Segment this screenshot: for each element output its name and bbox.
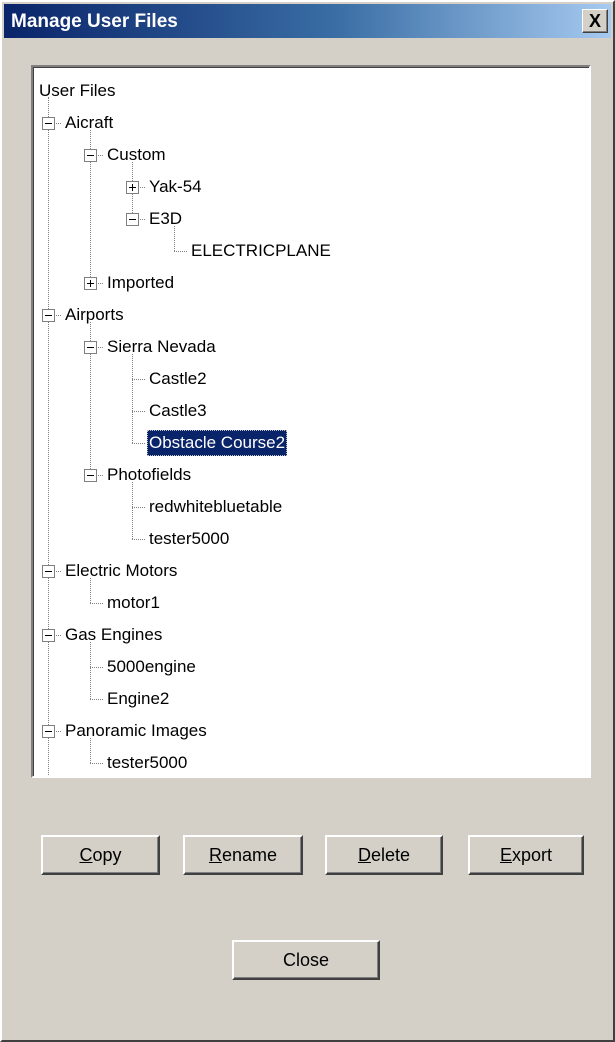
tree-node[interactable]: Aicraft bbox=[63, 110, 115, 136]
tree-node-label: Aicraft bbox=[65, 113, 114, 132]
tree-connector-horizontal bbox=[90, 667, 103, 668]
tree-node-label: Castle2 bbox=[149, 369, 207, 388]
tree-connector-horizontal bbox=[90, 763, 103, 764]
tree-root[interactable]: User Files bbox=[37, 78, 118, 104]
tree-node-label: Custom bbox=[107, 145, 166, 164]
tree-connector-vertical bbox=[90, 642, 91, 699]
manage-user-files-dialog: Manage User Files X User Files Aicraft Cus… bbox=[0, 0, 615, 1042]
collapse-minus-icon[interactable] bbox=[84, 341, 97, 354]
tree-connector-horizontal bbox=[174, 251, 187, 252]
tree-connector-vertical bbox=[48, 97, 49, 776]
tree-connector-horizontal bbox=[132, 411, 145, 412]
tree-connector-horizontal bbox=[132, 443, 145, 444]
tree-node-label: ELECTRICPLANE bbox=[191, 241, 331, 260]
tree-node[interactable]: Obstacle Course2 bbox=[147, 430, 288, 456]
tree-node[interactable]: Gas Engines bbox=[63, 622, 164, 648]
tree-connector-horizontal bbox=[132, 539, 145, 540]
title-bar[interactable]: Manage User Files X bbox=[4, 4, 611, 38]
tree-node[interactable]: Castle3 bbox=[147, 398, 209, 424]
user-files-tree[interactable]: User Files Aicraft Custom Yak-54 E3D ELECTRIC… bbox=[31, 65, 591, 778]
tree-node[interactable]: E3D bbox=[147, 206, 184, 232]
tree-node-label: Photofields bbox=[107, 465, 192, 484]
tree-node-label: Panoramic Images bbox=[65, 721, 207, 740]
tree-node-label: E3D bbox=[149, 209, 183, 228]
tree-node-label: Airports bbox=[65, 305, 124, 324]
export-accelerator: E bbox=[499, 845, 512, 865]
tree-node-label: motor1 bbox=[107, 593, 160, 612]
tree-node-label: Gas Engines bbox=[65, 625, 163, 644]
tree-node-label: redwhitebluetable bbox=[149, 497, 283, 516]
tree-connector-vertical bbox=[132, 482, 133, 539]
tree-node-label: Imported bbox=[107, 273, 175, 292]
tree-node[interactable]: Sierra Nevada bbox=[105, 334, 218, 360]
tree-node[interactable]: Imported bbox=[105, 270, 176, 296]
tree-connector-horizontal bbox=[90, 699, 103, 700]
tree-node-label: Engine2 bbox=[107, 689, 170, 708]
tree-node-label: Obstacle Course2 bbox=[147, 430, 288, 456]
tree-node[interactable]: Electric Motors bbox=[63, 558, 179, 584]
tree-node[interactable]: 5000engine bbox=[105, 654, 198, 680]
collapse-minus-icon[interactable] bbox=[42, 565, 55, 578]
tree-node[interactable]: motor1 bbox=[105, 590, 162, 616]
rename-button[interactable]: Rename bbox=[183, 835, 303, 875]
close-icon[interactable]: X bbox=[582, 9, 608, 33]
tree-connector-horizontal bbox=[132, 379, 145, 380]
tree-connector-vertical bbox=[132, 354, 133, 443]
rename-accelerator: R bbox=[208, 845, 222, 865]
collapse-minus-icon[interactable] bbox=[126, 213, 139, 226]
rename-button-label: ename bbox=[221, 845, 278, 865]
collapse-minus-icon[interactable] bbox=[84, 469, 97, 482]
copy-button-label: opy bbox=[92, 845, 122, 865]
tree-node[interactable]: Airports bbox=[63, 302, 126, 328]
tree-node[interactable]: Castle2 bbox=[147, 366, 209, 392]
export-button-label: xport bbox=[511, 845, 553, 865]
tree-node[interactable]: Panoramic Images bbox=[63, 718, 209, 744]
tree-node-label: 5000engine bbox=[107, 657, 196, 676]
delete-accelerator: D bbox=[357, 845, 371, 865]
tree-node[interactable]: tester5000 bbox=[105, 750, 189, 776]
collapse-minus-icon[interactable] bbox=[84, 149, 97, 162]
tree-connector-horizontal bbox=[132, 507, 145, 508]
expand-plus-icon[interactable] bbox=[126, 181, 139, 194]
tree-node-label: Castle3 bbox=[149, 401, 207, 420]
tree-node[interactable]: Photofields bbox=[105, 462, 193, 488]
delete-button[interactable]: Delete bbox=[325, 835, 443, 875]
tree-node-label: Yak-54 bbox=[149, 177, 202, 196]
tree-node-label: User Files bbox=[39, 81, 116, 100]
tree-node-label: tester5000 bbox=[149, 529, 230, 548]
collapse-minus-icon[interactable] bbox=[42, 725, 55, 738]
tree-node[interactable]: Engine2 bbox=[105, 686, 171, 712]
tree-node[interactable]: ELECTRICPLANE bbox=[189, 238, 333, 264]
collapse-minus-icon[interactable] bbox=[42, 629, 55, 642]
tree-node-label: Sierra Nevada bbox=[107, 337, 216, 356]
tree-node[interactable]: Custom bbox=[105, 142, 168, 168]
delete-button-label: elete bbox=[370, 845, 411, 865]
tree-node[interactable]: tester5000 bbox=[147, 526, 231, 552]
tree-node[interactable]: Yak-54 bbox=[147, 174, 204, 200]
copy-button[interactable]: Copy bbox=[41, 835, 160, 875]
tree-connector-horizontal bbox=[90, 603, 103, 604]
expand-plus-icon[interactable] bbox=[84, 277, 97, 290]
collapse-minus-icon[interactable] bbox=[42, 309, 55, 322]
tree-node-label: tester5000 bbox=[107, 753, 188, 772]
tree-node[interactable]: redwhitebluetable bbox=[147, 494, 284, 520]
export-button[interactable]: Export bbox=[468, 835, 584, 875]
close-button[interactable]: Close bbox=[232, 940, 380, 980]
copy-accelerator: C bbox=[79, 845, 93, 865]
tree-content: User Files Aicraft Custom Yak-54 E3D ELECTRIC… bbox=[33, 67, 589, 776]
close-button-label: Close bbox=[282, 950, 330, 970]
collapse-minus-icon[interactable] bbox=[42, 117, 55, 130]
dialog-title: Manage User Files bbox=[11, 11, 178, 32]
tree-node-label: Electric Motors bbox=[65, 561, 178, 580]
